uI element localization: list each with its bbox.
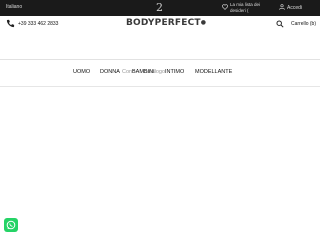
nav-item-intimo[interactable]: INTIMO	[165, 69, 184, 75]
nav-item-bambini[interactable]: BAMBINI	[132, 69, 155, 75]
heart-icon[interactable]	[222, 4, 228, 10]
logo-registered-mark: ●	[200, 19, 207, 26]
whatsapp-icon	[6, 220, 16, 230]
nav-bottom-divider	[0, 86, 320, 87]
wishlist-link[interactable]: La mia lista dei desideri (	[230, 2, 270, 14]
phone-number[interactable]: +39 333 462 2833	[18, 21, 58, 27]
nav-item-uomo[interactable]: UOMO	[73, 69, 90, 75]
logo-text: BODYPERFECT	[126, 18, 201, 28]
cart-link[interactable]: Carrello (b)	[291, 21, 316, 27]
topbar-center-glyph: 2	[156, 1, 163, 14]
search-icon[interactable]	[276, 20, 284, 28]
user-icon[interactable]	[279, 4, 285, 10]
phone-icon	[6, 19, 15, 28]
login-link[interactable]: Accedi	[287, 5, 302, 11]
whatsapp-button[interactable]	[4, 218, 18, 232]
site-logo[interactable]: BODYPERFECT●	[126, 18, 206, 28]
language-selector[interactable]: Italiano	[6, 4, 22, 10]
top-bar: Italiano 2 La mia lista dei desideri ( A…	[0, 0, 320, 16]
main-header: +39 333 462 2833 BODYPERFECT● Carrello (…	[0, 16, 320, 32]
nav-item-modellante[interactable]: MODELLANTE	[195, 69, 232, 75]
nav-item-donna[interactable]: DONNA	[100, 69, 120, 75]
main-navigation: Cont Catalogo UOMO DONNA BAMBINI INTIMO …	[0, 60, 320, 86]
